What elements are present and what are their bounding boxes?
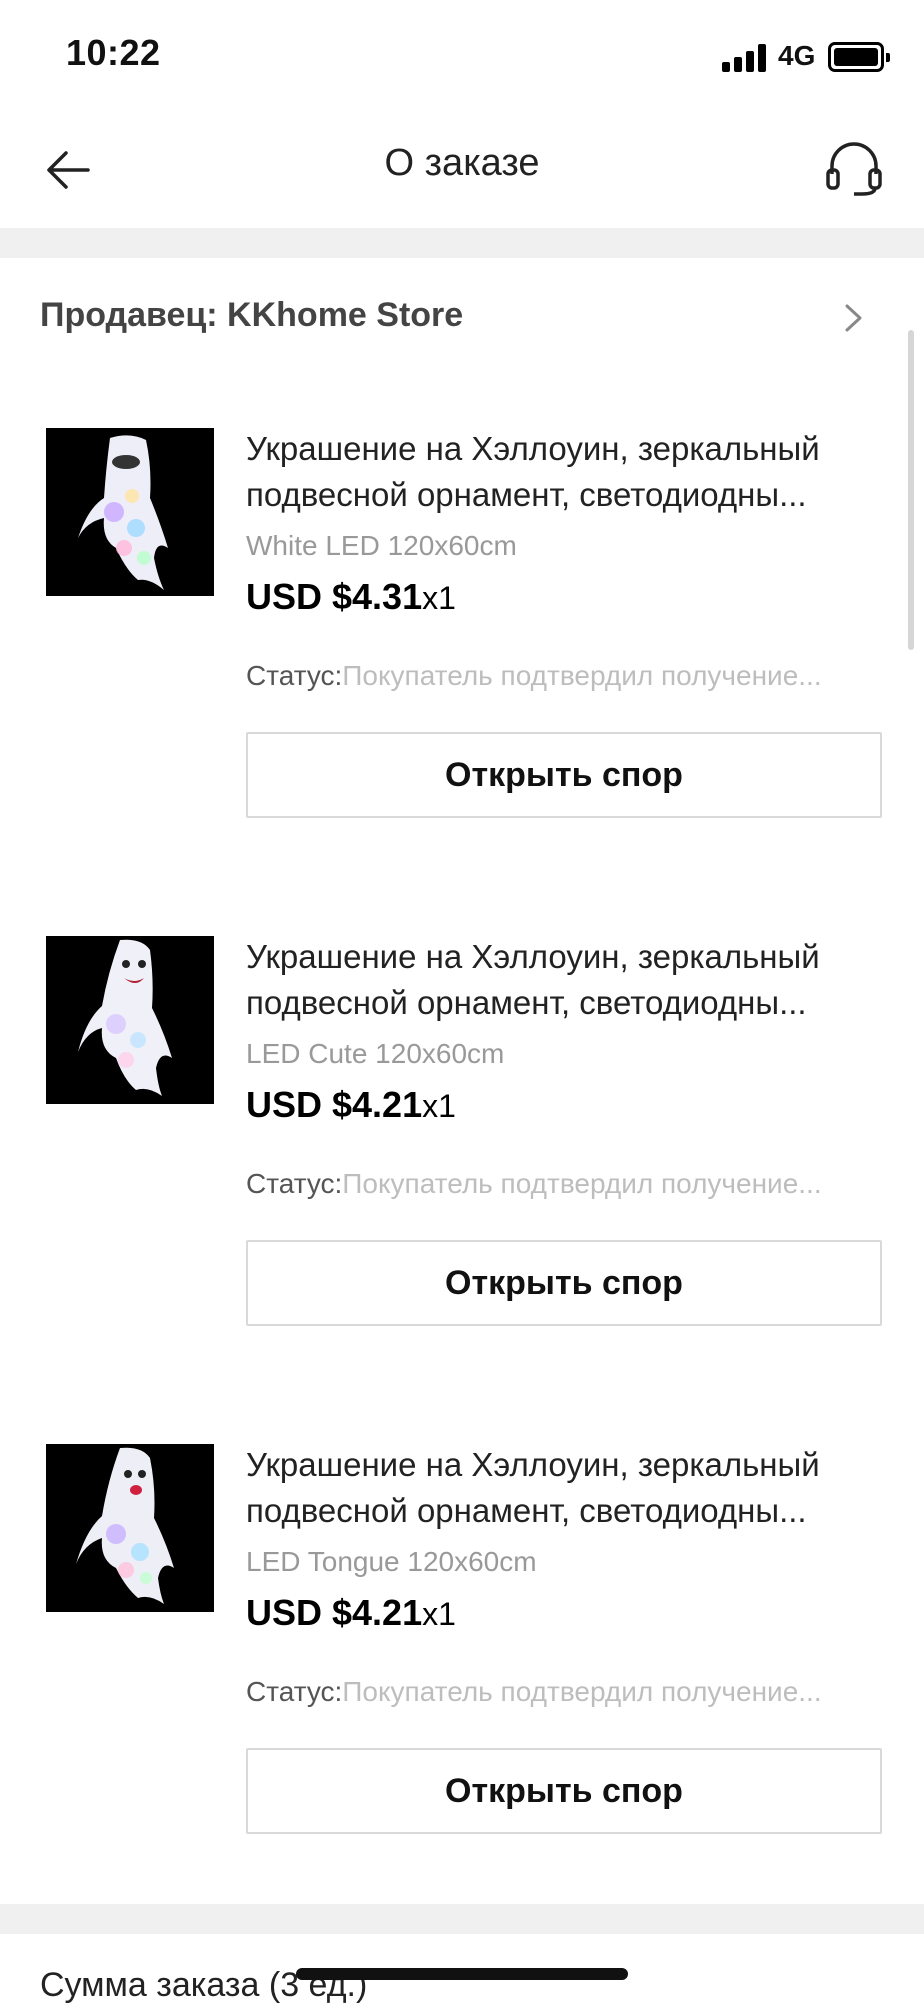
- seller-name: Продавец: KKhome Store: [40, 296, 464, 334]
- status-value: Покупатель подтвердил получение...: [342, 1676, 822, 1707]
- battery-icon: [828, 42, 890, 72]
- order-item: Украшение на Хэллоуин, зеркальный подвес…: [0, 380, 924, 889]
- status-label: Статус:: [246, 660, 343, 691]
- network-type: 4G: [778, 40, 816, 71]
- quantity: x1: [422, 1596, 456, 1632]
- price-value: USD $4.21: [246, 1592, 423, 1633]
- status-time: 10:22: [66, 32, 161, 73]
- price-value: USD $4.31: [246, 576, 423, 617]
- item-status: Статус:Покупатель подтвердил получение..…: [246, 660, 886, 692]
- section-divider: [0, 228, 924, 258]
- open-dispute-button[interactable]: Открыть спор: [246, 732, 882, 818]
- section-divider: [0, 1904, 924, 1934]
- home-indicator[interactable]: [296, 1968, 628, 1980]
- price-value: USD $4.21: [246, 1084, 423, 1125]
- product-title[interactable]: Украшение на Хэллоуин, зеркальный подвес…: [246, 934, 886, 1026]
- product-thumbnail[interactable]: [46, 1444, 214, 1612]
- quantity: x1: [422, 1088, 456, 1124]
- product-variant: LED Tongue 120x60cm: [246, 1546, 537, 1577]
- status-value: Покупатель подтвердил получение...: [342, 660, 822, 691]
- product-variant: White LED 120x60cm: [246, 530, 517, 561]
- item-status: Статус:Покупатель подтвердил получение..…: [246, 1676, 886, 1708]
- status-value: Покупатель подтвердил получение...: [342, 1168, 822, 1199]
- open-dispute-button[interactable]: Открыть спор: [246, 1240, 882, 1326]
- item-status: Статус:Покупатель подтвердил получение..…: [246, 1168, 886, 1200]
- app-header: О заказе: [0, 110, 924, 228]
- product-title[interactable]: Украшение на Хэллоуин, зеркальный подвес…: [246, 426, 886, 518]
- product-variant: LED Cute 120x60cm: [246, 1038, 505, 1069]
- headset-icon[interactable]: [822, 136, 886, 200]
- status-label: Статус:: [246, 1676, 343, 1707]
- order-item: Украшение на Хэллоуин, зеркальный подвес…: [0, 888, 924, 1397]
- quantity: x1: [422, 580, 456, 616]
- product-thumbnail[interactable]: [46, 936, 214, 1104]
- product-price: USD $4.31x1: [246, 576, 456, 618]
- product-price: USD $4.21x1: [246, 1592, 456, 1634]
- seller-row[interactable]: Продавец: KKhome Store: [0, 258, 924, 381]
- status-bar: 10:22 4G: [0, 0, 924, 110]
- status-label: Статус:: [246, 1168, 343, 1199]
- signal-icon: [722, 44, 768, 72]
- page-title: О заказе: [384, 142, 540, 184]
- open-dispute-button[interactable]: Открыть спор: [246, 1748, 882, 1834]
- chevron-right-icon: [845, 304, 862, 332]
- order-item: Украшение на Хэллоуин, зеркальный подвес…: [0, 1396, 924, 1905]
- product-thumbnail[interactable]: [46, 428, 214, 596]
- scrollbar[interactable]: [908, 330, 914, 650]
- product-title[interactable]: Украшение на Хэллоуин, зеркальный подвес…: [246, 1442, 886, 1534]
- product-price: USD $4.21x1: [246, 1084, 456, 1126]
